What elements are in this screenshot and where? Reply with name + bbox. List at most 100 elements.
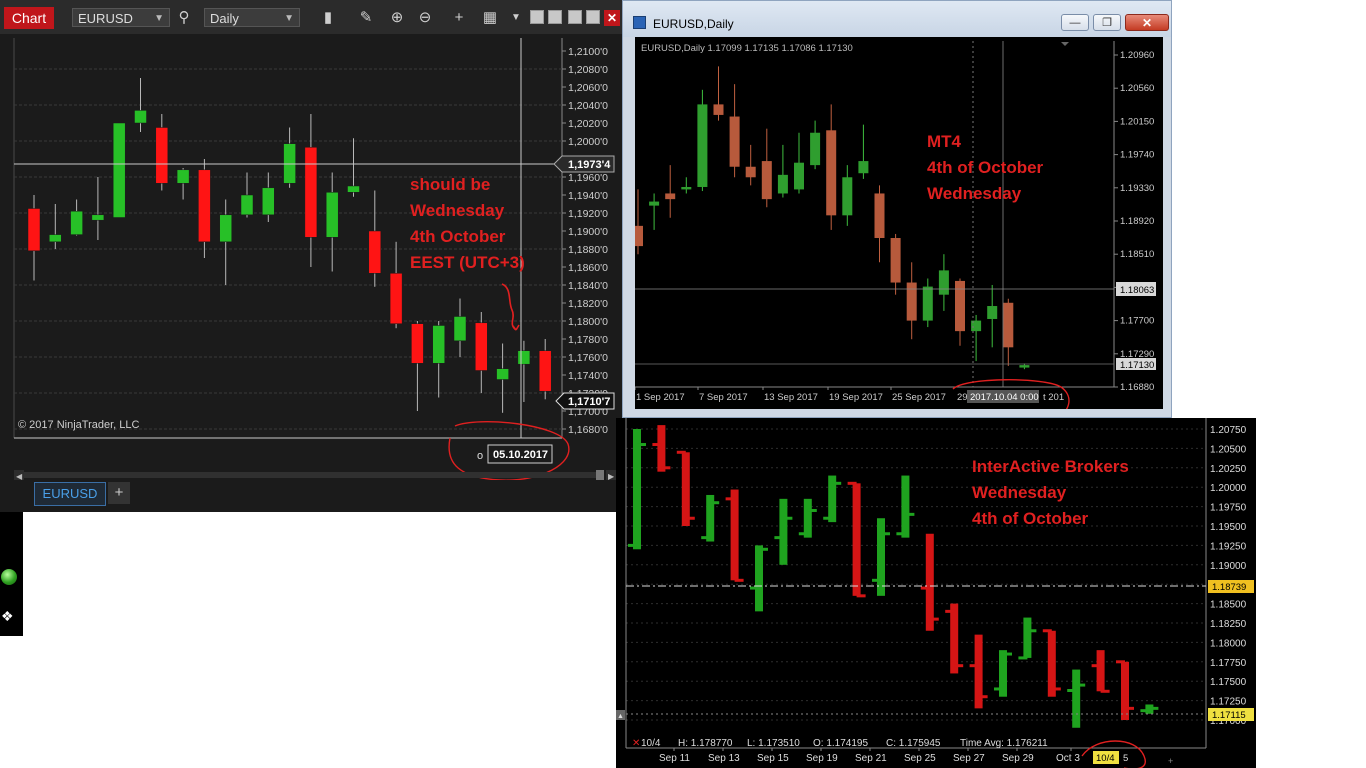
mt4-chart-panel[interactable]: 1.20960 1.20560 1.20150 1.19740 1.19330 1.189… — [635, 37, 1163, 409]
mt4-plot-background — [635, 37, 1163, 409]
nt-y-label: 1,2020'0 — [568, 118, 608, 130]
nt-y-label: 1,1880'0 — [568, 244, 608, 256]
mt4-close-button[interactable]: ✕ — [1125, 14, 1169, 31]
ib-bar-down — [1121, 661, 1129, 720]
scroll-right-icon: ▶ — [608, 472, 615, 480]
nt-crosshair-price: 1,1973'4 — [568, 159, 611, 171]
mt4-candle-bull — [938, 270, 949, 295]
nt-y-label: 1,2100'0 — [568, 46, 608, 58]
ib-annotation-line-1: InterActive Brokers — [972, 457, 1129, 476]
mt4-window-title: EURUSD,Daily — [653, 17, 734, 31]
ib-bar-down — [1047, 630, 1056, 697]
nt-annotation-line-1: should be — [410, 175, 490, 194]
mt4-restore-button[interactable]: ❐ — [1093, 14, 1121, 31]
ib-x-label: Sep 27 — [953, 753, 985, 764]
crosshair-icon[interactable]: + — [449, 8, 469, 28]
ib-y-label: 1.19000 — [1210, 561, 1247, 572]
nt-restore-button[interactable] — [530, 10, 544, 24]
ib-x-label: Sep 13 — [708, 753, 740, 764]
mt4-candle-bear — [713, 104, 724, 115]
nt-annotation-line-3: 4th October — [410, 227, 506, 246]
add-tab-button[interactable]: + — [108, 482, 130, 504]
zoom-out-icon[interactable]: ⊖ — [415, 8, 435, 28]
nt-date-marker-prefix: o — [477, 450, 483, 462]
nt-y-label: 1,1800'0 — [568, 316, 608, 328]
nt-maximize-button[interactable] — [586, 10, 600, 24]
nt-chart-panel[interactable]: 1,2100'0 1,2080'0 1,2060'0 1,2040'0 1,2020'0… — [0, 34, 622, 480]
nt-y-label: 1,1920'0 — [568, 208, 608, 220]
nt-candle-bull — [517, 350, 531, 365]
mt4-candle-bear — [745, 166, 756, 178]
ib-y-label: 1.18250 — [1210, 619, 1247, 630]
ib-info-date: 10/4 — [641, 738, 661, 749]
nt-y-label: 1,2060'0 — [568, 82, 608, 94]
mt4-candle-bear — [761, 161, 772, 200]
nt-candle-bull — [176, 169, 190, 184]
mt4-y-label: 1.20960 — [1120, 50, 1154, 61]
chart-menu-button[interactable]: Chart — [4, 7, 54, 29]
mt4-x-label: 19 Sep 2017 — [829, 392, 883, 403]
ib-bar-up — [1023, 617, 1032, 658]
ib-x-label: Oct 3 — [1056, 753, 1080, 764]
mt4-candle-bull — [810, 132, 821, 166]
ib-chart-panel[interactable]: 1.20750 1.20500 1.20250 1.20000 1.19750 1.195… — [616, 418, 1256, 768]
nt-annotation-line-4: EEST (UTC+3) — [410, 253, 525, 272]
mt4-candle-bull — [681, 186, 692, 190]
nt-close-button[interactable]: ✕ — [604, 10, 620, 26]
ib-last-price: 1.17115 — [1212, 710, 1246, 721]
nt-scrollbar-thumb[interactable] — [596, 470, 604, 480]
mt4-annotation-line-1: MT4 — [927, 132, 962, 151]
nt-candle-bear — [155, 127, 169, 184]
windows-start-icon[interactable]: ❖ — [1, 608, 14, 625]
zoom-in-icon[interactable]: ⊕ — [387, 8, 407, 28]
search-icon[interactable]: ⚲ — [174, 8, 194, 28]
globe-icon[interactable] — [1, 569, 17, 585]
dropdown-icon[interactable]: ▼ — [506, 8, 526, 28]
ib-info-line: ✕ 10/4 H: 1.178770 L: 1.173510 O: 1.1741… — [632, 738, 1048, 749]
nt-minimize-button[interactable] — [568, 10, 582, 24]
mt4-candle-bear — [1003, 302, 1014, 348]
ib-bar-up — [901, 475, 910, 538]
nt-scrollbar-track[interactable] — [24, 472, 596, 478]
nt-copyright: © 2017 NinjaTrader, LLC — [18, 419, 139, 431]
mt4-title-bar: EURUSD,Daily — ❐ ✕ — [623, 1, 1171, 37]
mt4-candle-bear — [890, 238, 901, 283]
instrument-selector[interactable]: EURUSD ▼ — [72, 8, 170, 27]
mt4-candle-bear — [826, 130, 837, 216]
scroll-up-icon: ▲ — [617, 713, 624, 720]
ib-y-label: 1.17750 — [1210, 658, 1247, 669]
ninjatrader-window: Chart EURUSD ▼ ⚲ Daily ▼ ▮​ ✎ ⊕ ⊖ + ▦ ▼ … — [0, 0, 622, 512]
ib-close-info-icon[interactable]: ✕ — [632, 738, 640, 749]
nt-y-label: 1,2040'0 — [568, 100, 608, 112]
nt-candle-bear — [198, 169, 211, 243]
nt-y-axis-labels: 1,2100'0 1,2080'0 1,2060'0 1,2040'0 1,2020'0… — [562, 46, 608, 436]
ib-x-label: Sep 15 — [757, 753, 789, 764]
ib-bar-down — [950, 603, 959, 674]
mt4-candle-bull — [1019, 365, 1030, 368]
interval-selector[interactable]: Daily ▼ — [204, 8, 300, 27]
nt-y-label: 1,1820'0 — [568, 298, 608, 310]
nt-tile-button[interactable] — [548, 10, 562, 24]
mt4-y-label: 1.19330 — [1120, 183, 1154, 194]
ib-crosshair-price: 1.18739 — [1212, 582, 1246, 593]
mt4-x-label-end: t 201 — [1043, 392, 1064, 403]
mt4-y-label: 1.20560 — [1120, 83, 1154, 94]
tab-eurusd[interactable]: EURUSD — [34, 482, 106, 506]
ib-bar-up — [633, 429, 641, 550]
mt4-candle-bull — [697, 104, 708, 187]
nt-y-label: 1,2000'0 — [568, 136, 608, 148]
bar-chart-icon[interactable]: ▮​ — [318, 8, 338, 28]
ib-bar-down — [925, 533, 934, 631]
mt4-y-label: 1.18510 — [1120, 249, 1154, 260]
nt-tab-bar: EURUSD + — [0, 480, 622, 512]
mt4-minimize-button[interactable]: — — [1061, 14, 1089, 31]
nt-candle-bear — [475, 322, 488, 371]
data-box-icon[interactable]: ▦ — [480, 8, 500, 28]
nt-candle-bull — [134, 110, 147, 124]
ib-y-label: 1.20500 — [1210, 444, 1247, 455]
mt4-app-icon — [633, 16, 646, 29]
nt-last-price-tag: 1,1710'7 — [555, 392, 615, 410]
pencil-icon[interactable]: ✎ — [356, 8, 376, 28]
mt4-y-label: 1.18920 — [1120, 216, 1154, 227]
ib-axis-add-icon[interactable]: + — [1168, 756, 1173, 766]
